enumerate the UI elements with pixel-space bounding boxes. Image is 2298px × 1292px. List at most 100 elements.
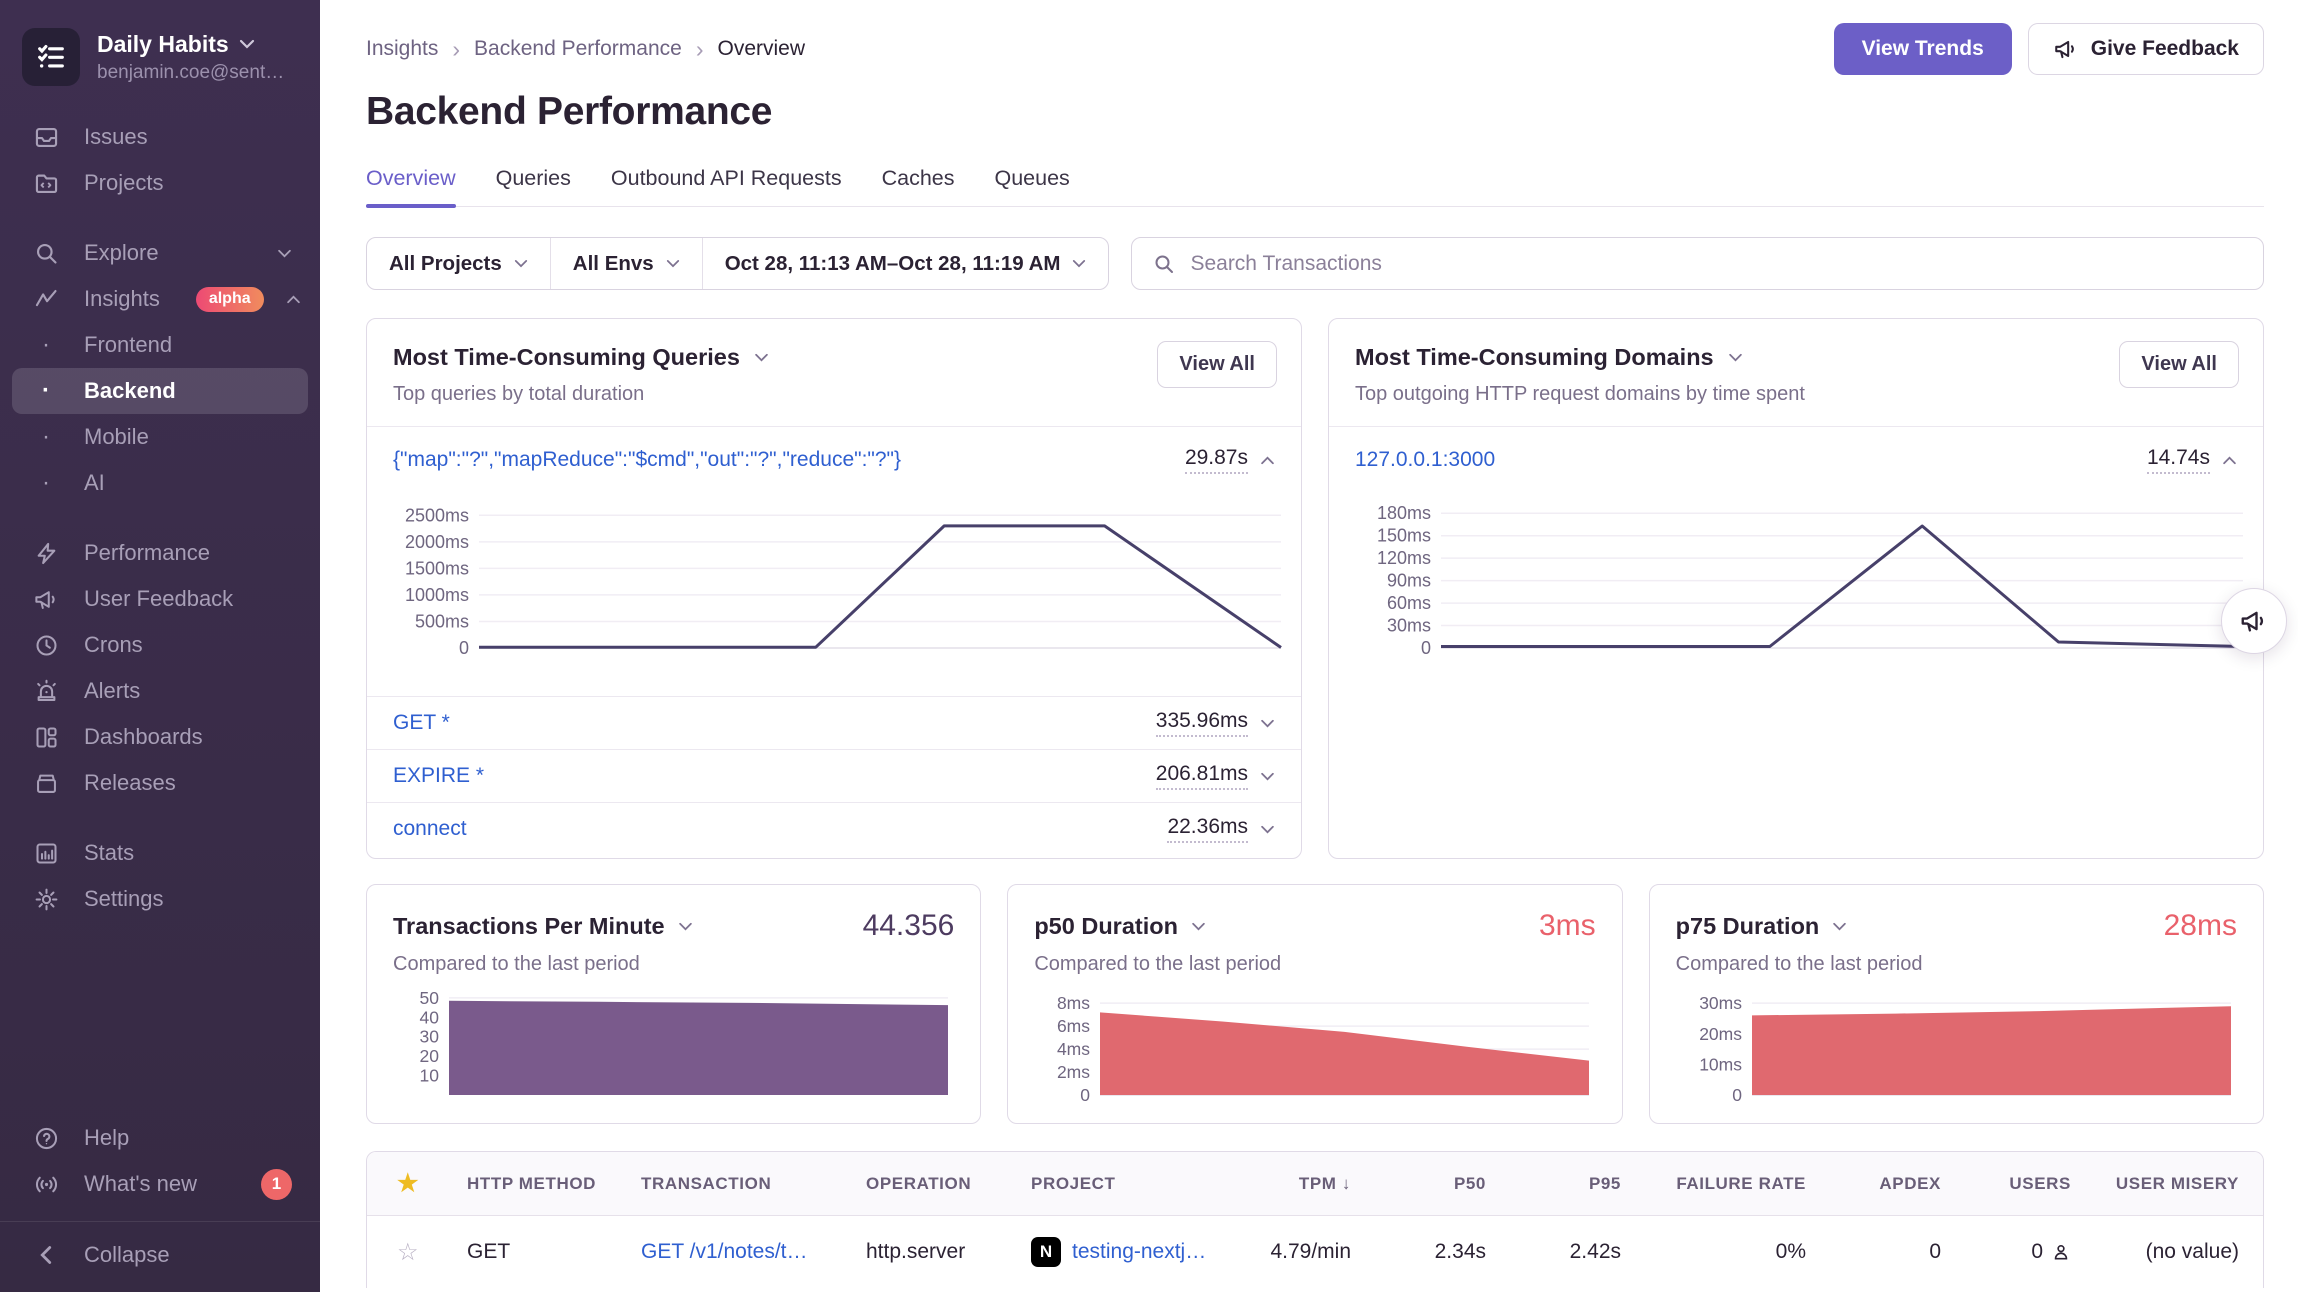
row-transaction-link[interactable]: GET /v1/notes/t… [641,1240,808,1263]
search-icon [1152,252,1176,276]
query-row: GET * 335.96ms [367,696,1301,749]
tab-queues[interactable]: Queues [995,166,1070,206]
table-row: ☆ GET GET /v1/notes/t… http.server N tes… [367,1216,2263,1288]
sidebar-item-settings[interactable]: Settings [12,876,308,922]
sidebar-item-explore[interactable]: Explore [12,230,308,276]
sidebar-item-dashboards[interactable]: Dashboards [12,714,308,760]
svg-text:30ms: 30ms [1699,993,1742,1013]
tpm-card-title: Transactions Per Minute [393,913,665,940]
query-link[interactable]: EXPIRE * [393,764,484,788]
floating-feedback-button[interactable] [2221,588,2287,654]
row-operation: http.server [856,1240,1021,1264]
tpm-chart: 5040302010 [393,986,954,1114]
col-tpm-label: TPM [1299,1174,1337,1193]
row-project-link[interactable]: testing-nextj… [1072,1240,1206,1264]
row-p95: 2.42s [1496,1240,1631,1264]
svg-text:2000ms: 2000ms [405,532,469,552]
chevron-down-icon [1072,259,1086,268]
sidebar-item-label: Alerts [84,678,140,704]
tab-caches[interactable]: Caches [882,166,955,206]
row-p50: 2.34s [1361,1240,1496,1264]
top-query-link[interactable]: {"map":"?","mapReduce":"$cmd","out":"?",… [393,448,901,472]
bullet-icon: · [30,331,62,359]
tab-outbound-api-requests[interactable]: Outbound API Requests [611,166,842,206]
chevron-up-icon[interactable] [1260,456,1275,465]
sidebar-item-label: Crons [84,632,143,658]
view-trends-button[interactable]: View Trends [1834,23,2012,75]
top-domain-link[interactable]: 127.0.0.1:3000 [1355,448,1495,472]
megaphone-icon [2239,606,2269,636]
projects-icon [30,170,62,197]
row-user-misery: (no value) [2081,1240,2263,1264]
give-feedback-button[interactable]: Give Feedback [2028,23,2264,75]
col-http-method[interactable]: HTTP METHOD [457,1174,631,1194]
sort-desc-icon: ↓ [1342,1174,1351,1193]
chevron-down-icon[interactable] [678,922,693,931]
sidebar-item-ai[interactable]: · AI [12,460,308,506]
star-filled-icon[interactable]: ★ [397,1170,419,1197]
star-outline-icon[interactable]: ☆ [397,1239,419,1266]
date-range-filter[interactable]: Oct 28, 11:13 AM–Oct 28, 11:19 AM [702,238,1109,289]
chevron-down-icon[interactable] [1728,353,1743,362]
sidebar-item-projects[interactable]: Projects [12,160,308,206]
col-p50[interactable]: P50 [1361,1174,1496,1194]
svg-text:40: 40 [420,1007,440,1027]
nextjs-icon: N [1031,1237,1061,1267]
breadcrumb-backend-performance[interactable]: Backend Performance [474,37,682,61]
environment-filter[interactable]: All Envs [550,238,702,289]
p75-duration-card: p75 Duration 28ms Compared to the last p… [1649,884,2264,1124]
col-users[interactable]: USERS [1951,1174,2081,1194]
issues-icon [30,124,62,151]
sidebar-item-performance[interactable]: Performance [12,530,308,576]
col-p95[interactable]: P95 [1496,1174,1631,1194]
sidebar-item-releases[interactable]: Releases [12,760,308,806]
sidebar-item-user-feedback[interactable]: User Feedback [12,576,308,622]
most-time-consuming-queries-card: Most Time-Consuming Queries Top queries … [366,318,1302,859]
tab-queries[interactable]: Queries [496,166,571,206]
row-failure-rate: 0% [1631,1240,1816,1264]
query-link[interactable]: connect [393,817,467,841]
sidebar-item-label: Projects [84,170,163,196]
domains-view-all-button[interactable]: View All [2119,341,2239,388]
chevron-down-icon [666,259,680,268]
svg-text:0: 0 [1421,638,1431,658]
svg-text:180ms: 180ms [1377,503,1431,523]
queries-view-all-button[interactable]: View All [1157,341,1277,388]
sidebar-collapse-button[interactable]: Collapse [12,1232,308,1278]
sidebar-item-help[interactable]: Help [12,1115,308,1161]
sidebar-item-issues[interactable]: Issues [12,114,308,160]
chevron-down-icon[interactable] [754,353,769,362]
search-transactions-input[interactable]: Search Transactions [1131,237,2264,290]
col-user-misery[interactable]: USER MISERY [2081,1174,2263,1194]
user-icon [2051,1242,2071,1262]
sidebar-item-crons[interactable]: Crons [12,622,308,668]
sidebar-item-whats-new[interactable]: What's new 1 [12,1161,308,1207]
col-project[interactable]: PROJECT [1021,1174,1231,1194]
p75-subtitle: Compared to the last period [1676,953,2237,976]
breadcrumb-insights[interactable]: Insights [366,37,438,61]
sidebar-item-insights[interactable]: Insights alpha [12,276,308,322]
chevron-up-icon[interactable] [2222,456,2237,465]
query-duration: 22.36ms [1167,815,1248,843]
tab-overview[interactable]: Overview [366,166,456,206]
chevron-down-icon[interactable] [1260,719,1275,728]
query-link[interactable]: GET * [393,711,450,735]
sidebar-item-frontend[interactable]: · Frontend [12,322,308,368]
sidebar-item-mobile[interactable]: · Mobile [12,414,308,460]
org-switcher[interactable]: Daily Habits benjamin.coe@sent… [0,18,320,114]
col-tpm[interactable]: TPM ↓ [1231,1174,1361,1194]
col-transaction[interactable]: TRANSACTION [631,1174,856,1194]
chevron-down-icon[interactable] [1260,825,1275,834]
project-filter[interactable]: All Projects [367,238,550,289]
chevron-down-icon[interactable] [1191,922,1206,931]
col-operation[interactable]: OPERATION [856,1174,1021,1194]
sidebar-item-backend[interactable]: · Backend [12,368,308,414]
transactions-per-minute-card: Transactions Per Minute 44.356 Compared … [366,884,981,1124]
p50-duration-card: p50 Duration 3ms Compared to the last pe… [1007,884,1622,1124]
chevron-down-icon[interactable] [1260,772,1275,781]
col-failure-rate[interactable]: FAILURE RATE [1631,1174,1816,1194]
col-apdex[interactable]: APDEX [1816,1174,1951,1194]
sidebar-item-alerts[interactable]: Alerts [12,668,308,714]
sidebar-item-stats[interactable]: Stats [12,830,308,876]
chevron-down-icon[interactable] [1832,922,1847,931]
